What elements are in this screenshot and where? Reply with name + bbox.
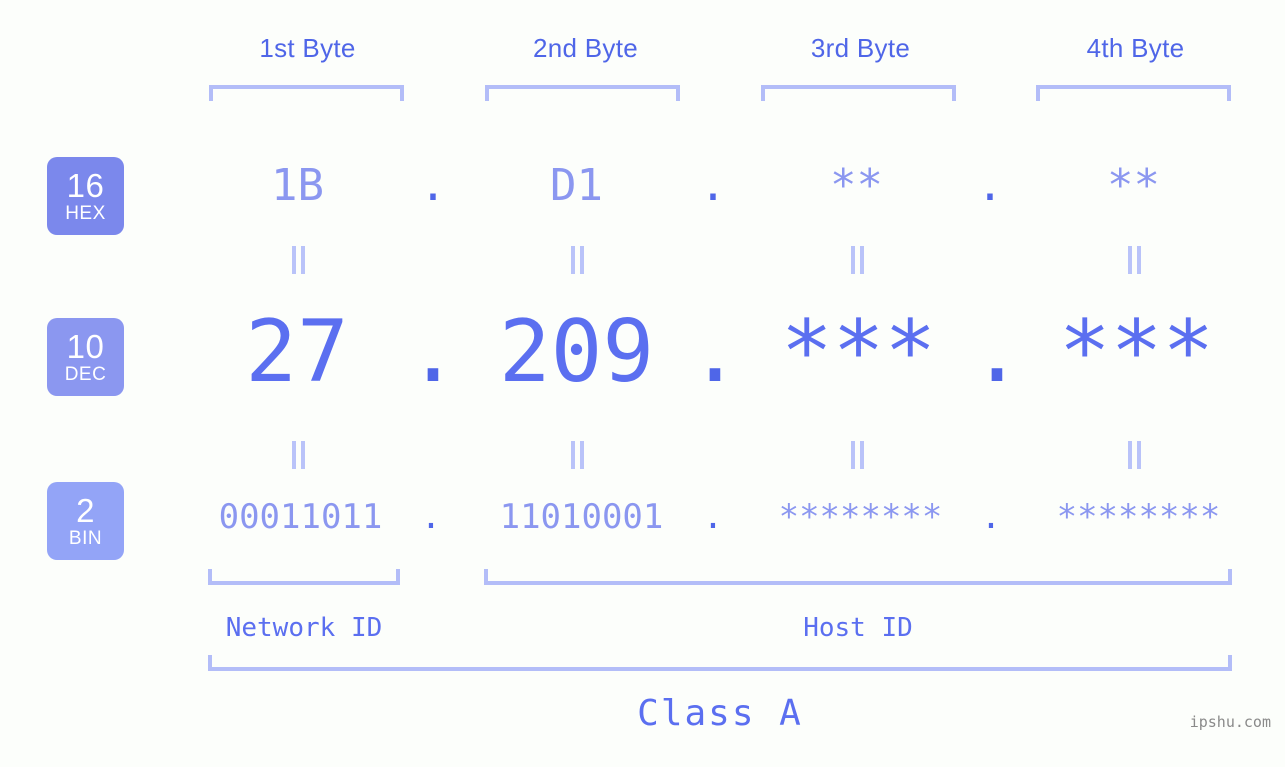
- bin-byte-3-value: ********: [778, 497, 943, 537]
- equals-marker-dec-bin-2: [570, 441, 586, 469]
- base-badge-hex-number: 16: [66, 167, 105, 204]
- dec-byte-3-value: ***: [780, 302, 937, 402]
- dec-byte-4-value: ***: [1058, 302, 1215, 402]
- byte-bracket-3: [761, 85, 956, 101]
- class-label: Class A: [637, 693, 803, 734]
- base-badge-dec: 10 DEC: [47, 318, 124, 396]
- byte-bracket-2: [485, 85, 680, 101]
- base-badge-hex: 16 HEX: [47, 157, 124, 235]
- bin-separator-3: .: [980, 497, 1002, 537]
- byte-header-1: 1st Byte: [259, 33, 356, 63]
- watermark: ipshu.com: [1189, 713, 1271, 731]
- base-badge-hex-name: HEX: [65, 203, 106, 224]
- dec-separator-2: .: [689, 302, 741, 402]
- dec-separator-3: .: [971, 302, 1023, 402]
- base-badge-bin-name: BIN: [68, 528, 103, 549]
- hex-byte-3-value: **: [830, 160, 883, 211]
- byte-header-2: 2nd Byte: [532, 33, 639, 63]
- equals-marker-dec-bin-3: [850, 441, 866, 469]
- bin-separator-1: .: [420, 497, 442, 537]
- equals-marker-hex-dec-1: [291, 246, 307, 274]
- base-badge-bin: 2 BIN: [47, 482, 124, 560]
- equals-marker-hex-dec-3: [850, 246, 866, 274]
- bin-separator-2: .: [702, 497, 724, 537]
- host-id-label: Host ID: [803, 613, 913, 643]
- dec-byte-2-value: 209: [498, 302, 655, 402]
- hex-byte-2-value: D1: [550, 160, 603, 211]
- bin-byte-4-value: ********: [1056, 497, 1221, 537]
- byte-bracket-1: [209, 85, 404, 101]
- network-id-bracket: [208, 569, 400, 585]
- equals-marker-dec-bin-4: [1127, 441, 1143, 469]
- class-bracket: [208, 655, 1232, 671]
- base-badge-dec-name: DEC: [64, 364, 107, 385]
- equals-marker-hex-dec-4: [1127, 246, 1143, 274]
- equals-marker-hex-dec-2: [570, 246, 586, 274]
- hex-byte-1-value: 1B: [271, 160, 324, 211]
- host-id-bracket: [484, 569, 1232, 585]
- byte-header-4: 4th Byte: [1086, 33, 1185, 63]
- equals-marker-dec-bin-1: [291, 441, 307, 469]
- base-badge-dec-number: 10: [66, 328, 105, 365]
- diagram-canvas: 1st Byte 2nd Byte 3rd Byte 4th Byte 16 H…: [0, 0, 1285, 767]
- bin-byte-2-value: 11010001: [499, 497, 664, 537]
- dec-separator-1: .: [407, 302, 459, 402]
- hex-separator-3: .: [976, 160, 1004, 211]
- hex-separator-2: .: [699, 160, 727, 211]
- hex-byte-4-value: **: [1107, 160, 1160, 211]
- network-id-label: Network ID: [225, 613, 383, 643]
- hex-separator-1: .: [419, 160, 447, 211]
- byte-header-3: 3rd Byte: [810, 33, 911, 63]
- bin-byte-1-value: 00011011: [218, 497, 383, 537]
- base-badge-bin-number: 2: [76, 492, 95, 529]
- byte-bracket-4: [1036, 85, 1231, 101]
- dec-byte-1-value: 27: [245, 302, 349, 402]
